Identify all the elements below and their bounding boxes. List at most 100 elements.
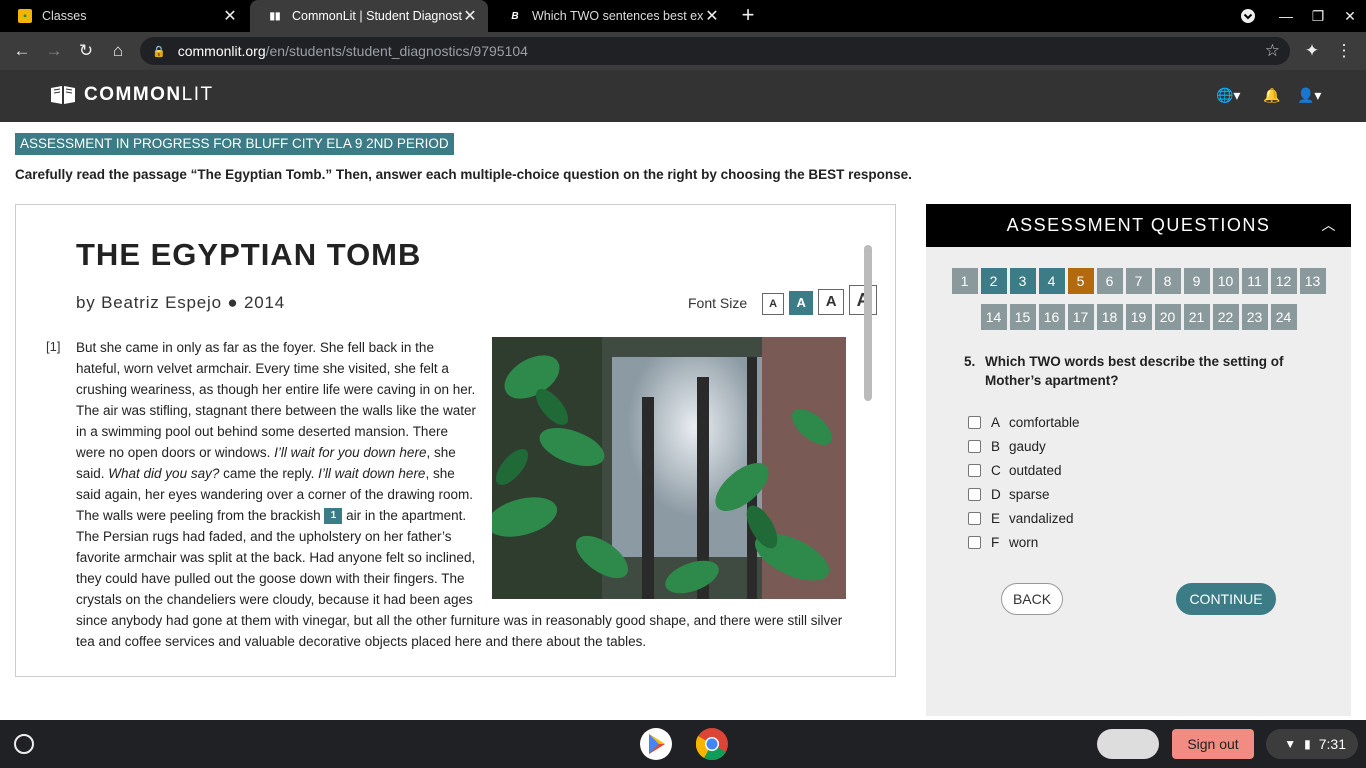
question-number-16[interactable]: 16 [1038,304,1065,330]
play-store-icon[interactable] [640,728,672,760]
passage-title: THE EGYPTIAN TOMB [76,237,422,272]
question-number-1[interactable]: 1 [951,268,978,294]
home-icon[interactable]: ⌂ [106,39,130,63]
close-tab-icon[interactable]: ✕ [462,6,478,26]
extensions-puzzle-icon[interactable]: ✦ [1300,39,1324,63]
font-size-small-button[interactable]: A [762,293,785,315]
questions-header[interactable]: ASSESSMENT QUESTIONS ︿ [926,204,1351,247]
question-navigator: 1 2 3 4 5 6 7 8 9 10 11 12 13 14 15 16 17 18 19 20 21 22 23 24 [926,268,1351,340]
minimize-icon[interactable]: — [1271,0,1301,32]
status-tray[interactable]: ▼ ▮ 7:31 [1266,729,1358,759]
choice-letter: B [991,438,1001,454]
battery-icon: ▮ [1304,737,1311,751]
question-number-13[interactable]: 13 [1299,268,1326,294]
choice-text: vandalized [1009,510,1074,526]
chrome-icon[interactable] [695,728,728,761]
question-number-3[interactable]: 3 [1009,268,1036,294]
question-row-2: 14 15 16 17 18 19 20 21 22 23 24 [926,304,1351,330]
question-number-11[interactable]: 11 [1241,268,1268,294]
question-number-12[interactable]: 12 [1270,268,1297,294]
user-avatars-pod[interactable] [1097,729,1159,759]
bell-notifications-icon[interactable]: 🔔 [1263,87,1280,104]
checkbox[interactable] [968,439,981,453]
question-number-15[interactable]: 15 [1009,304,1036,330]
close-window-icon[interactable]: ✕ [1335,0,1365,32]
user-account-icon[interactable]: 👤▾ [1297,87,1321,104]
checkbox[interactable] [968,415,981,429]
checkbox[interactable] [968,463,981,477]
footnote-marker[interactable]: 1 [324,508,343,525]
open-book-icon [51,86,75,104]
forward-arrow-icon[interactable]: → [42,39,66,63]
choice-a[interactable]: Acomfortable [968,410,1080,434]
question-number-2[interactable]: 2 [980,268,1007,294]
reload-icon[interactable]: ↻ [74,39,98,63]
commonlit-logo[interactable]: COMMON LIT [50,84,214,106]
tab-search-icon[interactable] [1233,0,1263,32]
chevron-up-icon[interactable]: ︿ [1322,204,1338,247]
question-number-7[interactable]: 7 [1125,268,1152,294]
globe-language-icon[interactable]: 🌐▾ [1216,87,1240,104]
bookmark-star-icon[interactable]: ☆ [1265,41,1280,61]
question-number-4[interactable]: 4 [1038,268,1065,294]
question-number-19[interactable]: 19 [1125,304,1152,330]
passage-photo-ivy-gate [492,337,846,599]
question-number-14[interactable]: 14 [980,304,1007,330]
choice-b[interactable]: Bgaudy [968,434,1080,458]
brainly-icon: B [511,10,519,22]
paragraph-number: [1] [46,339,61,354]
question-number-21[interactable]: 21 [1183,304,1210,330]
browser-tab-strip: ▪ Classes ✕ ▮▮ CommonLit | Student Diagn… [0,0,1366,32]
question-number-23[interactable]: 23 [1241,304,1268,330]
question-number-22[interactable]: 22 [1212,304,1239,330]
question-number-10[interactable]: 10 [1212,268,1239,294]
choice-c[interactable]: Coutdated [968,458,1080,482]
question-number-20[interactable]: 20 [1154,304,1181,330]
new-tab-icon[interactable]: + [736,4,760,28]
tab-commonlit[interactable]: ▮▮ CommonLit | Student Diagnostic ✕ [250,0,488,32]
choice-text: comfortable [1009,414,1080,430]
instructions: Carefully read the passage “The Egyptian… [15,167,912,182]
passage-scrollbar[interactable] [864,245,872,401]
question-number-18[interactable]: 18 [1096,304,1123,330]
sign-out-button[interactable]: Sign out [1172,729,1254,759]
tab-classes[interactable]: ▪ Classes ✕ [0,0,248,32]
url-path: /en/students/student_diagnostics/9795104 [265,43,528,59]
maximize-icon[interactable]: ❐ [1303,0,1333,32]
tab-question[interactable]: B Which TWO sentences best expr ✕ [490,0,730,32]
launcher-icon[interactable] [14,734,34,754]
site-header: COMMON LIT 🌐▾ 🔔 👤▾ [0,70,1366,122]
font-size-medium-button[interactable]: A [789,291,814,315]
menu-kebab-icon[interactable]: ⋮ [1332,39,1356,63]
question-number-24[interactable]: 24 [1270,304,1297,330]
checkbox[interactable] [968,535,981,549]
font-size-large-button[interactable]: A [818,289,845,315]
question-number-9[interactable]: 9 [1183,268,1210,294]
choice-e[interactable]: Evandalized [968,506,1080,530]
assessment-banner: ASSESSMENT IN PROGRESS FOR BLUFF CITY EL… [15,133,454,155]
close-tab-icon[interactable]: ✕ [222,6,238,26]
choice-d[interactable]: Dsparse [968,482,1080,506]
back-arrow-icon[interactable]: ← [10,39,34,63]
choice-letter: D [991,486,1001,502]
url-host: commonlit.org [177,43,266,59]
continue-button[interactable]: CONTINUE [1176,583,1276,615]
book-icon: ▮▮ [269,10,281,22]
question-number-8[interactable]: 8 [1154,268,1181,294]
close-tab-icon[interactable]: ✕ [704,6,720,26]
choice-text: outdated [1009,462,1062,478]
os-shelf: Sign out ▼ ▮ 7:31 [0,720,1366,768]
back-button[interactable]: BACK [1001,583,1063,615]
passage-byline: by Beatriz Espejo ● 2014 [76,293,286,312]
address-bar[interactable]: 🔒 commonlit.org/en/students/student_diag… [140,37,1290,65]
choice-f[interactable]: Fworn [968,530,1080,554]
browser-toolbar: ← → ↻ ⌂ 🔒 commonlit.org/en/students/stud… [0,32,1366,70]
checkbox[interactable] [968,487,981,501]
question-number-17[interactable]: 17 [1067,304,1094,330]
question-row-1: 1 2 3 4 5 6 7 8 9 10 11 12 13 [926,268,1351,294]
passage-text: But she came in only as far as the foyer… [76,337,846,652]
wifi-icon: ▼ [1284,737,1297,751]
question-number-5[interactable]: 5 [1067,268,1094,294]
checkbox[interactable] [968,511,981,525]
question-number-6[interactable]: 6 [1096,268,1123,294]
